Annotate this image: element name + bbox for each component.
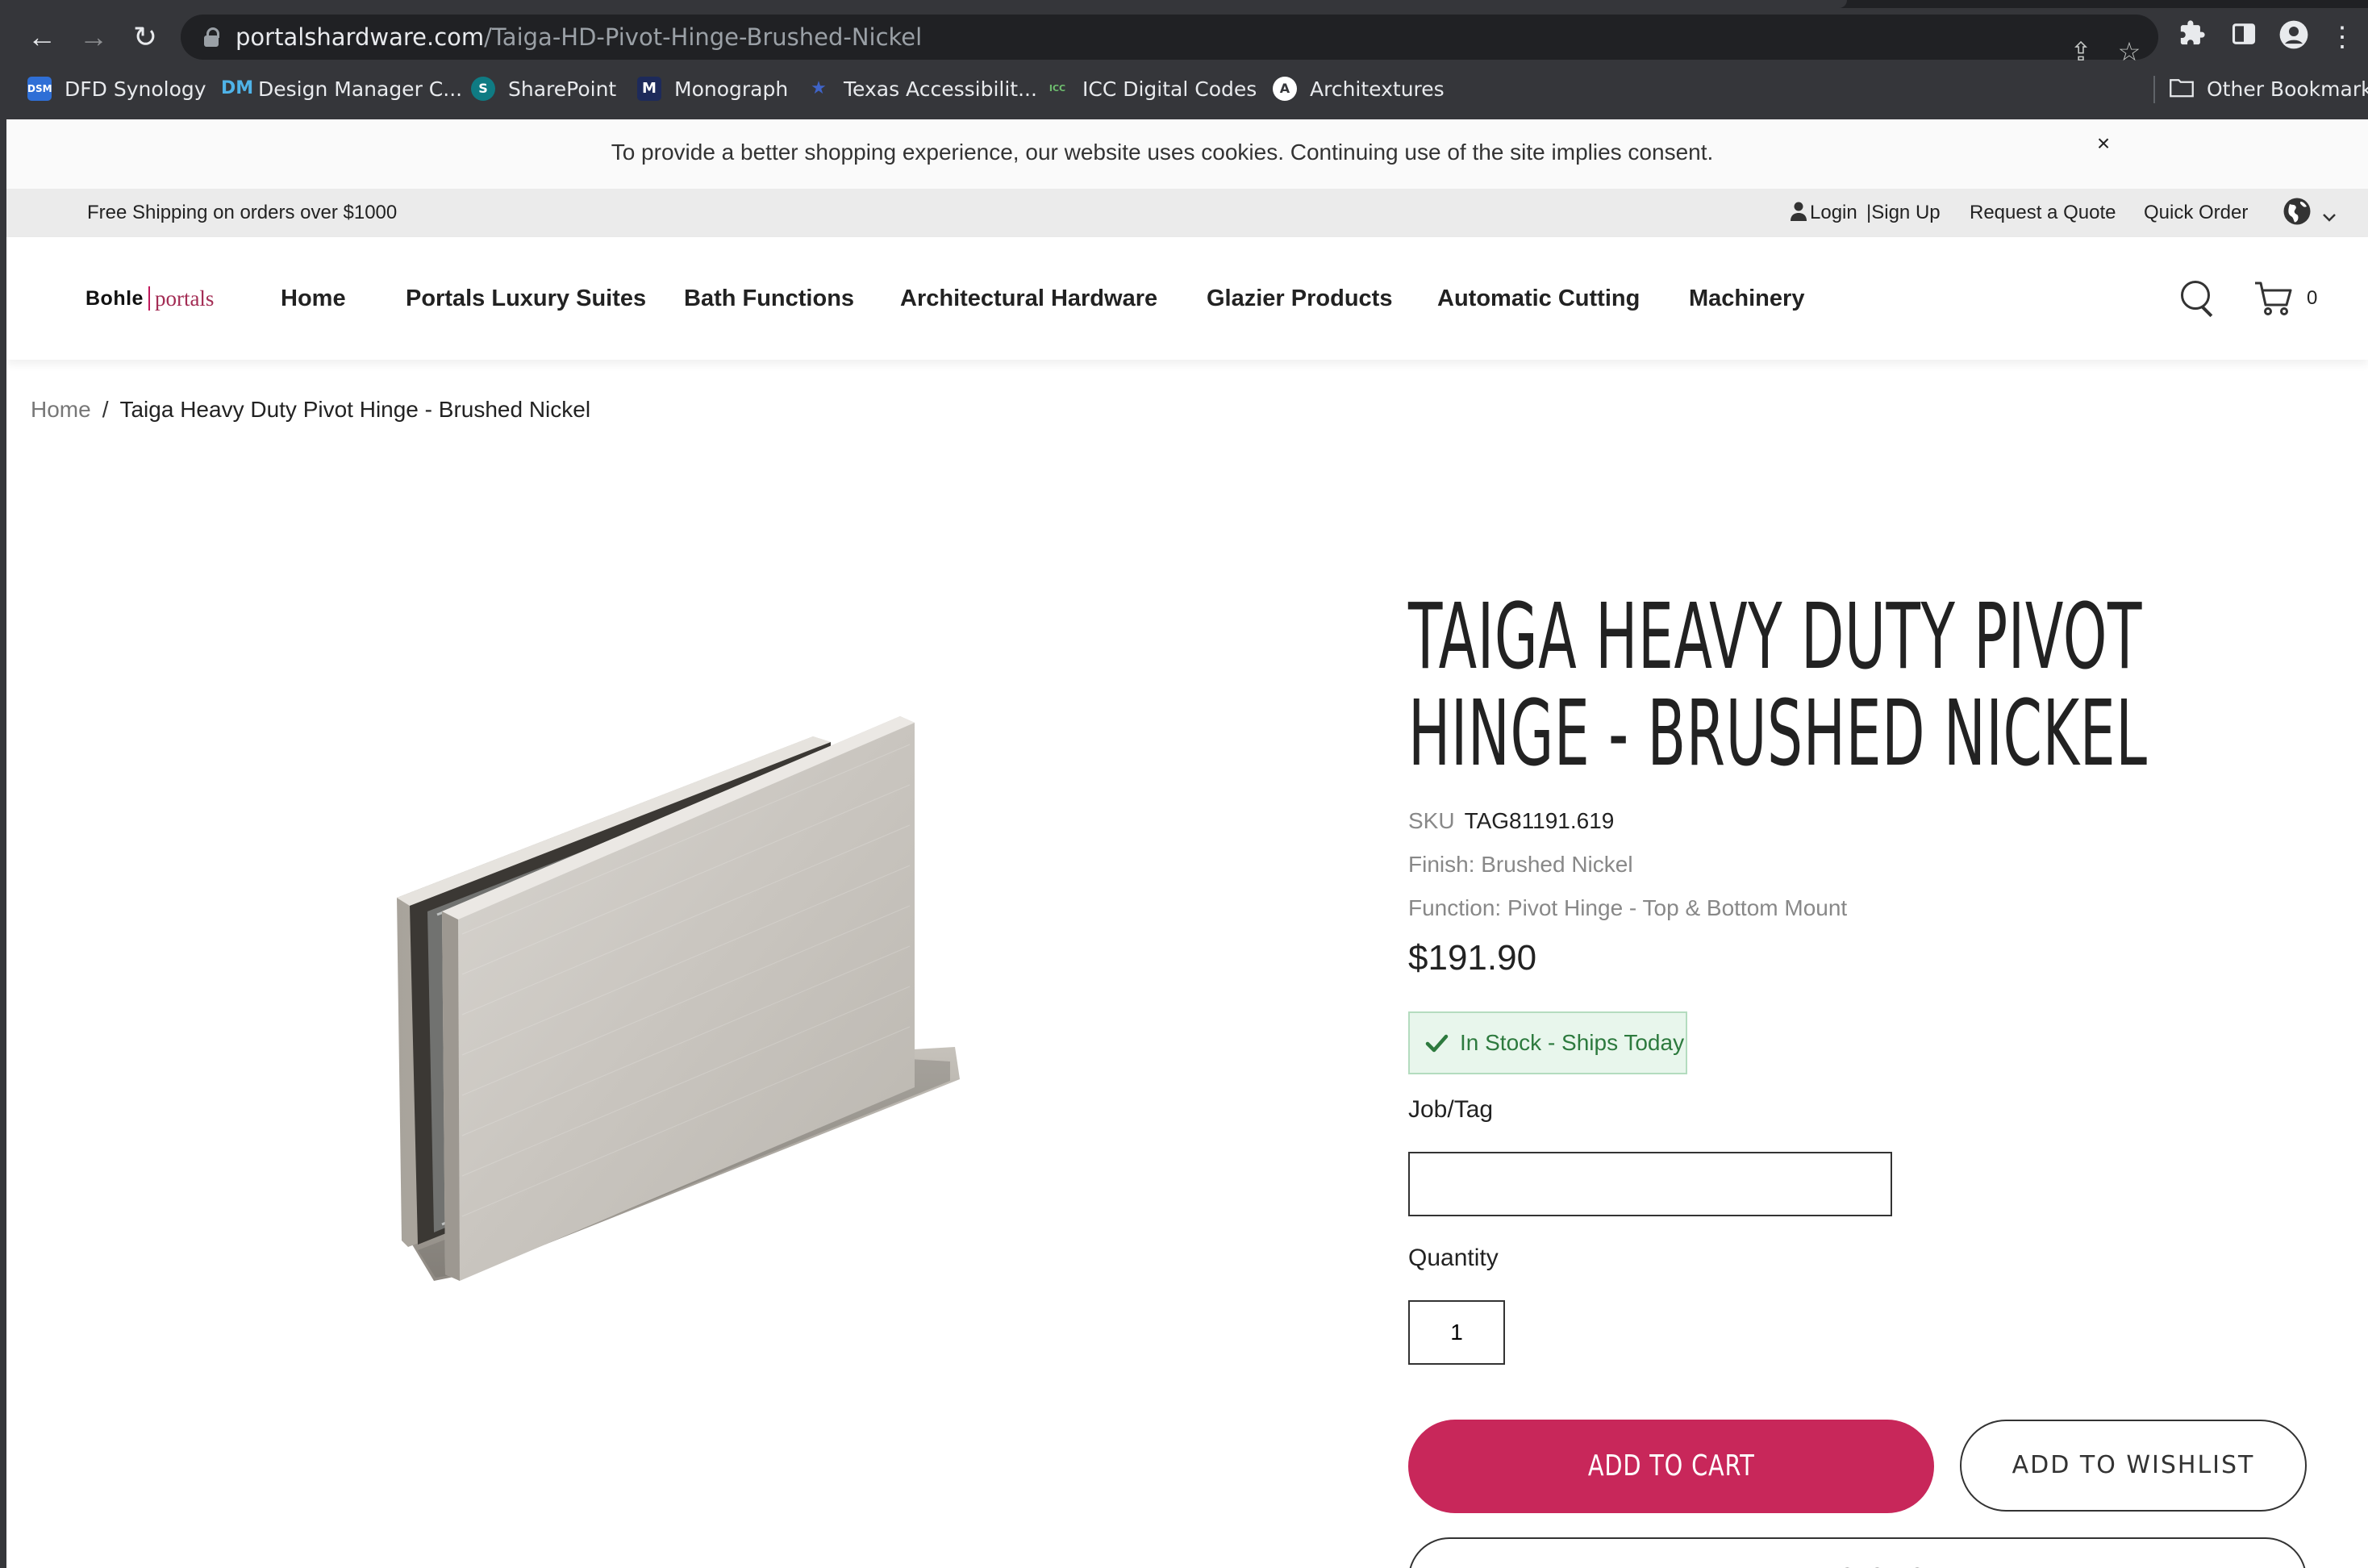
bookmark-sharepoint[interactable]: S SharePoint: [471, 69, 616, 108]
address-bar[interactable]: portalshardware.com/Taiga-HD-Pivot-Hinge…: [181, 15, 2158, 66]
bookmark-dfd-synology[interactable]: DSM DFD Synology: [27, 69, 206, 108]
web-page: To provide a better shopping experience,…: [6, 119, 2368, 1568]
sku-value: TAG81191.619: [1464, 808, 1615, 833]
quick-order-link[interactable]: Quick Order: [2144, 189, 2248, 237]
logo-divider: [148, 286, 150, 311]
breadcrumb: Home / Taiga Heavy Duty Pivot Hinge - Brus…: [31, 394, 590, 426]
folder-icon: [2170, 77, 2194, 101]
product-sku: SKU TAG81191.619: [1408, 807, 1614, 836]
other-bookmarks[interactable]: Other Bookmarks: [2170, 69, 2368, 108]
login-label: Login: [1810, 202, 1857, 223]
nav-home[interactable]: Home: [281, 237, 346, 360]
checkmark-icon: [1424, 1031, 1449, 1055]
tab-strip: [0, 0, 2368, 8]
bookmark-texas-accessibility[interactable]: ★ Texas Accessibilit...: [807, 69, 1037, 108]
nav-portals-luxury-suites[interactable]: Portals Luxury Suites: [406, 237, 646, 360]
reload-icon[interactable]: ↻: [126, 18, 165, 56]
share-icon[interactable]: ⇪: [2065, 35, 2097, 68]
stock-status-text: In Stock - Ships Today: [1460, 1030, 1685, 1055]
utility-bar: Free Shipping on orders over $1000 Login…: [6, 189, 2368, 237]
cookie-banner: To provide a better shopping experience,…: [6, 119, 2368, 189]
architextures-icon: A: [1273, 77, 1297, 101]
bookmark-label: Monograph: [674, 77, 789, 101]
user-icon: [1791, 191, 1807, 240]
cookie-message: To provide a better shopping experience,…: [611, 140, 1714, 165]
dsm-icon: DSM: [27, 77, 52, 101]
bookmark-star-icon[interactable]: ☆: [2113, 35, 2145, 68]
product-image[interactable]: [386, 595, 998, 1370]
search-icon[interactable]: [2179, 279, 2218, 318]
bookmark-label: Design Manager C...: [258, 77, 463, 101]
globe-icon: [2283, 197, 2312, 236]
bookmark-label: Other Bookmarks: [2207, 77, 2368, 101]
bookmark-monograph[interactable]: M Monograph: [637, 69, 788, 108]
language-selector[interactable]: [2283, 197, 2337, 236]
window-edge: [0, 119, 6, 1568]
quantity-label: Quantity: [1408, 1245, 1499, 1271]
add-to-cart-button[interactable]: ADD TO CART: [1408, 1420, 1934, 1513]
bookmark-label: ICC Digital Codes: [1082, 77, 1257, 101]
extensions-icon[interactable]: [2174, 19, 2210, 55]
breadcrumb-separator: /: [102, 397, 109, 422]
product-title: TAIGA HEAVY DUTY PIVOT HINGE - BRUSHED N…: [1408, 589, 2308, 782]
job-tag-label: Job/Tag: [1408, 1096, 1494, 1123]
texas-icon: ★: [811, 78, 827, 98]
url-text[interactable]: portalshardware.com/Taiga-HD-Pivot-Hinge…: [236, 15, 922, 60]
nav-bath-functions[interactable]: Bath Functions: [684, 237, 854, 360]
cart-icon[interactable]: [2253, 281, 2294, 316]
active-tab-edge: [0, 0, 1847, 8]
nav-glazier-products[interactable]: Glazier Products: [1207, 237, 1392, 360]
profile-icon[interactable]: [2276, 19, 2312, 55]
bookmarks-bar: DSM DFD Synology DM Design Manager C... …: [0, 69, 2368, 108]
job-tag-input[interactable]: [1408, 1152, 1892, 1216]
nav-automatic-cutting[interactable]: Automatic Cutting: [1437, 237, 1640, 360]
add-to-wishlist-button[interactable]: ADD TO WISHLIST: [1960, 1420, 2307, 1512]
product-function: Function: Pivot Hinge - Top & Bottom Mou…: [1408, 895, 1848, 920]
nav-architectural-hardware[interactable]: Architectural Hardware: [900, 237, 1157, 360]
product-title-line-1: TAIGA HEAVY DUTY PIVOT: [1408, 585, 2143, 690]
bookmark-architextures[interactable]: A Architextures: [1273, 69, 1445, 108]
product-title-line-2: HINGE - BRUSHED NICKEL: [1408, 682, 2148, 786]
quantity-input[interactable]: [1408, 1300, 1505, 1365]
breadcrumb-home[interactable]: Home: [31, 397, 91, 422]
add-to-cart-label: ADD TO CART: [1587, 1449, 1755, 1483]
product-finish: Finish: Brushed Nickel: [1408, 852, 1633, 877]
bookmarks-divider: [2153, 76, 2155, 103]
stock-status-badge: In Stock - Ships Today: [1408, 1011, 1687, 1074]
close-icon[interactable]: ×: [2091, 131, 2116, 156]
lock-icon[interactable]: [200, 26, 223, 48]
sku-label: SKU: [1408, 808, 1455, 833]
bookmark-icc-digital-codes[interactable]: ICC ICC Digital Codes: [1045, 69, 1257, 108]
bookmark-label: DFD Synology: [65, 77, 206, 101]
logo-bohle: Bohle: [85, 286, 144, 310]
monograph-icon: M: [637, 77, 661, 101]
add-to-quote-button[interactable]: ADD TO QUOTE: [1408, 1537, 2307, 1568]
sharepoint-icon: S: [471, 77, 495, 101]
back-icon[interactable]: ←: [23, 18, 61, 56]
free-shipping-notice: Free Shipping on orders over $1000: [87, 202, 398, 223]
cart-count[interactable]: 0: [2307, 279, 2317, 318]
icc-icon: ICC: [1049, 83, 1066, 94]
bookmark-design-manager[interactable]: DM Design Manager C...: [221, 69, 462, 108]
breadcrumb-current: Taiga Heavy Duty Pivot Hinge - Brushed N…: [119, 397, 591, 422]
logo-portals: portals: [154, 286, 215, 311]
nav-machinery[interactable]: Machinery: [1689, 237, 1804, 360]
browser-chrome: ← → ↻ portalshardware.com/Taiga-HD-Pivot…: [0, 0, 2368, 119]
menu-dots-icon[interactable]: ⋮: [2324, 19, 2360, 55]
main-navigation: Bohle portals Home Portals Luxury Suites…: [6, 237, 2368, 360]
design-manager-icon: DM: [221, 78, 254, 98]
bookmark-label: Architextures: [1310, 77, 1445, 101]
request-quote-link[interactable]: Request a Quote: [1970, 189, 2116, 237]
site-logo[interactable]: Bohle portals: [85, 282, 214, 315]
bookmark-label: Texas Accessibilit...: [844, 77, 1037, 101]
side-panel-icon[interactable]: [2226, 19, 2262, 55]
forward-icon[interactable]: →: [74, 18, 113, 56]
chevron-down-icon: [2322, 201, 2337, 233]
login-link[interactable]: Login: [1791, 189, 1857, 240]
signup-link[interactable]: |Sign Up: [1866, 189, 1941, 237]
product-price: $191.90: [1408, 938, 1537, 978]
bookmark-label: SharePoint: [508, 77, 617, 101]
